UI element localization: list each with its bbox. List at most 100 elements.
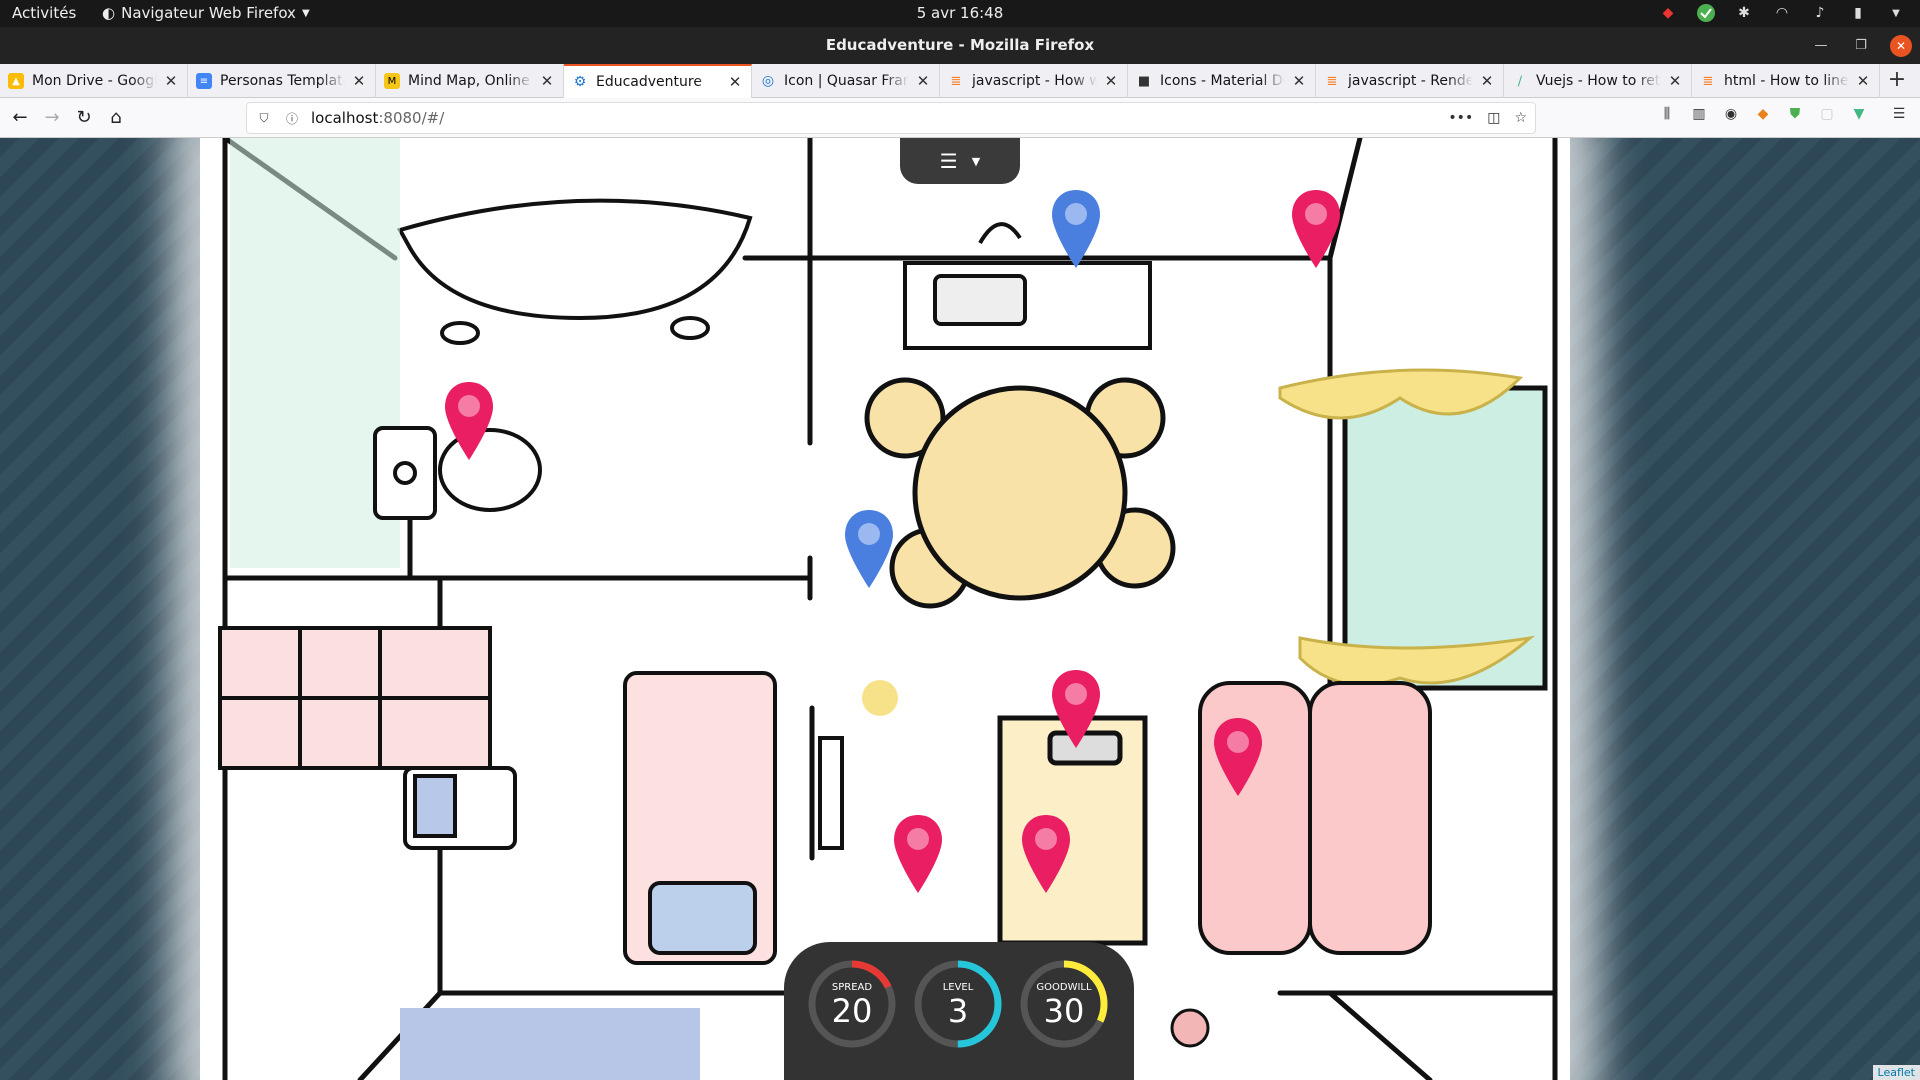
- shield-check-icon[interactable]: [1696, 3, 1716, 23]
- minimize-button[interactable]: —: [1810, 35, 1832, 57]
- system-top-bar: Activités ◐ Navigateur Web Firefox ▼ 5 a…: [0, 0, 1920, 27]
- goodwill-gauge: GOODWILL 30: [1018, 958, 1110, 1050]
- sidebar-icon[interactable]: ▥: [1688, 106, 1710, 128]
- level-gauge: LEVEL 3: [912, 958, 1004, 1050]
- chevron-down-icon: ▼: [971, 154, 981, 168]
- tab-4[interactable]: ◎ Icon | Quasar Fram ✕: [752, 64, 940, 98]
- map-marker-magenta[interactable]: [1290, 188, 1342, 270]
- navigation-toolbar: ← → ↻ ⌂ ⛉ ⓘ localhost:8080/#/ ••• ◫ ☆ ⫼ …: [0, 98, 1920, 138]
- back-arrow-icon[interactable]: ←: [6, 104, 34, 132]
- chevron-down-icon[interactable]: ▼: [1886, 3, 1906, 23]
- stackoverflow-icon: ≣: [1326, 73, 1338, 89]
- spread-gauge: SPREAD 20: [806, 958, 898, 1050]
- tab-label: Icon | Quasar Fram: [784, 73, 909, 89]
- notification-app-icon[interactable]: ◆: [1658, 3, 1678, 23]
- tab-5[interactable]: ≣ javascript - How wo ✕: [940, 64, 1128, 98]
- hamburger-menu-icon: ☰: [939, 149, 958, 173]
- tab-2[interactable]: M Mind Map, Online ✕: [376, 64, 564, 98]
- tab-label: javascript - How wo: [972, 73, 1097, 89]
- app-gear-icon: ⚙: [573, 74, 587, 90]
- wifi-icon[interactable]: ◠: [1772, 3, 1792, 23]
- close-tab-icon[interactable]: ✕: [1291, 72, 1307, 90]
- shield-extension-icon[interactable]: ⛊: [1784, 106, 1806, 128]
- close-tab-icon[interactable]: ✕: [1855, 72, 1871, 90]
- page-content: ☰ ▼ SPREAD 20 LEVEL 3 GOODWILL 30 Leafle…: [0, 138, 1920, 1080]
- map-marker-magenta[interactable]: [1020, 813, 1072, 895]
- app-menu[interactable]: ◐ Navigateur Web Firefox ▼: [102, 4, 310, 22]
- hamburger-menu-icon[interactable]: ☰: [1888, 106, 1910, 128]
- tab-label: Vuejs - How to retu: [1536, 73, 1661, 89]
- map-marker-magenta[interactable]: [1050, 668, 1102, 750]
- volume-icon[interactable]: ♪: [1810, 3, 1830, 23]
- account-icon[interactable]: ◉: [1720, 106, 1742, 128]
- map-marker-magenta[interactable]: [1212, 716, 1264, 798]
- tab-label: Educadventure: [596, 74, 702, 90]
- stackoverflow-icon: ≣: [1702, 73, 1714, 89]
- close-tab-icon[interactable]: ✕: [351, 72, 367, 90]
- tracking-shield-icon[interactable]: ⛉: [253, 111, 275, 126]
- tab-label: Mon Drive - Google: [32, 73, 157, 89]
- close-tab-icon[interactable]: ✕: [539, 72, 555, 90]
- close-tab-icon[interactable]: ✕: [1479, 72, 1495, 90]
- tab-strip: ▲ Mon Drive - Google ✕ ≡ Personas Template ✕…: [0, 64, 1920, 98]
- window-title-bar: Educadventure - Mozilla Firefox — ❐ ✕: [0, 27, 1920, 64]
- url-bar[interactable]: ⛉ ⓘ localhost:8080/#/ ••• ◫ ☆: [246, 102, 1536, 134]
- tab-9[interactable]: ≣ html - How to line-t ✕: [1692, 64, 1880, 98]
- home-icon[interactable]: ⌂: [102, 104, 130, 132]
- leaflet-attribution[interactable]: Leaflet: [1872, 1065, 1920, 1080]
- material-icon: ■: [1137, 73, 1151, 89]
- tab-label: Mind Map, Online: [408, 73, 530, 89]
- system-tray[interactable]: ◆ ✱ ◠ ♪ ▮ ▼: [1658, 3, 1906, 23]
- tab-8[interactable]: ∕ Vuejs - How to retu ✕: [1504, 64, 1692, 98]
- goodwill-value: 30: [1043, 992, 1085, 1030]
- tab-7[interactable]: ≣ javascript - Render ✕: [1316, 64, 1504, 98]
- map-marker-magenta[interactable]: [443, 380, 495, 462]
- google-drive-icon: ▲: [8, 73, 24, 89]
- map-marker-blue[interactable]: [1050, 188, 1102, 270]
- app-menu-label: Navigateur Web Firefox: [121, 4, 296, 22]
- house-map[interactable]: [200, 138, 1570, 1080]
- extension-icon[interactable]: ▢: [1816, 106, 1838, 128]
- new-tab-button[interactable]: +: [1880, 64, 1914, 98]
- close-tab-icon[interactable]: ✕: [1103, 72, 1119, 90]
- close-tab-icon[interactable]: ✕: [163, 72, 179, 90]
- maximize-button[interactable]: ❐: [1850, 35, 1872, 57]
- google-docs-icon: ≡: [196, 73, 212, 89]
- spread-value: 20: [831, 992, 873, 1030]
- site-info-icon[interactable]: ⓘ: [281, 110, 303, 127]
- slack-icon[interactable]: ✱: [1734, 3, 1754, 23]
- clock[interactable]: 5 avr 16:48: [917, 4, 1004, 22]
- activities-button[interactable]: Activités: [12, 4, 76, 22]
- close-window-button[interactable]: ✕: [1890, 34, 1912, 57]
- firefox-app-icon: ◐: [102, 4, 116, 22]
- close-tab-icon[interactable]: ✕: [1667, 72, 1683, 90]
- pocket-icon[interactable]: ◫: [1487, 110, 1500, 126]
- url-text[interactable]: localhost:8080/#/: [311, 109, 444, 127]
- close-tab-icon[interactable]: ✕: [915, 72, 931, 90]
- tab-label: javascript - Render: [1348, 73, 1473, 89]
- map-marker-magenta[interactable]: [892, 813, 944, 895]
- vue-icon: ∕: [1517, 73, 1523, 89]
- tab-label: Personas Template: [220, 73, 345, 89]
- vue-devtools-icon[interactable]: ▼: [1848, 106, 1870, 128]
- page-actions-icon[interactable]: •••: [1448, 110, 1473, 126]
- tab-1[interactable]: ≡ Personas Template ✕: [188, 64, 376, 98]
- bookmark-star-icon[interactable]: ☆: [1514, 110, 1527, 126]
- tab-3[interactable]: ⚙ Educadventure ✕: [564, 64, 752, 98]
- map-marker-blue[interactable]: [843, 508, 895, 590]
- stackoverflow-icon: ≣: [950, 73, 962, 89]
- chevron-down-icon: ▼: [301, 7, 310, 19]
- tab-6[interactable]: ■ Icons - Material De ✕: [1128, 64, 1316, 98]
- miro-icon: M: [384, 73, 400, 89]
- main-menu-button[interactable]: ☰ ▼: [900, 138, 1020, 184]
- forward-arrow-icon[interactable]: →: [38, 104, 66, 132]
- library-icon[interactable]: ⫼: [1656, 106, 1678, 128]
- metamask-icon[interactable]: ◆: [1752, 106, 1774, 128]
- quasar-icon: ◎: [761, 73, 775, 89]
- battery-icon[interactable]: ▮: [1848, 3, 1868, 23]
- close-tab-icon[interactable]: ✕: [727, 73, 743, 91]
- tab-label: Icons - Material De: [1160, 73, 1285, 89]
- tab-0[interactable]: ▲ Mon Drive - Google ✕: [0, 64, 188, 98]
- reload-icon[interactable]: ↻: [70, 104, 98, 132]
- level-value: 3: [947, 992, 969, 1030]
